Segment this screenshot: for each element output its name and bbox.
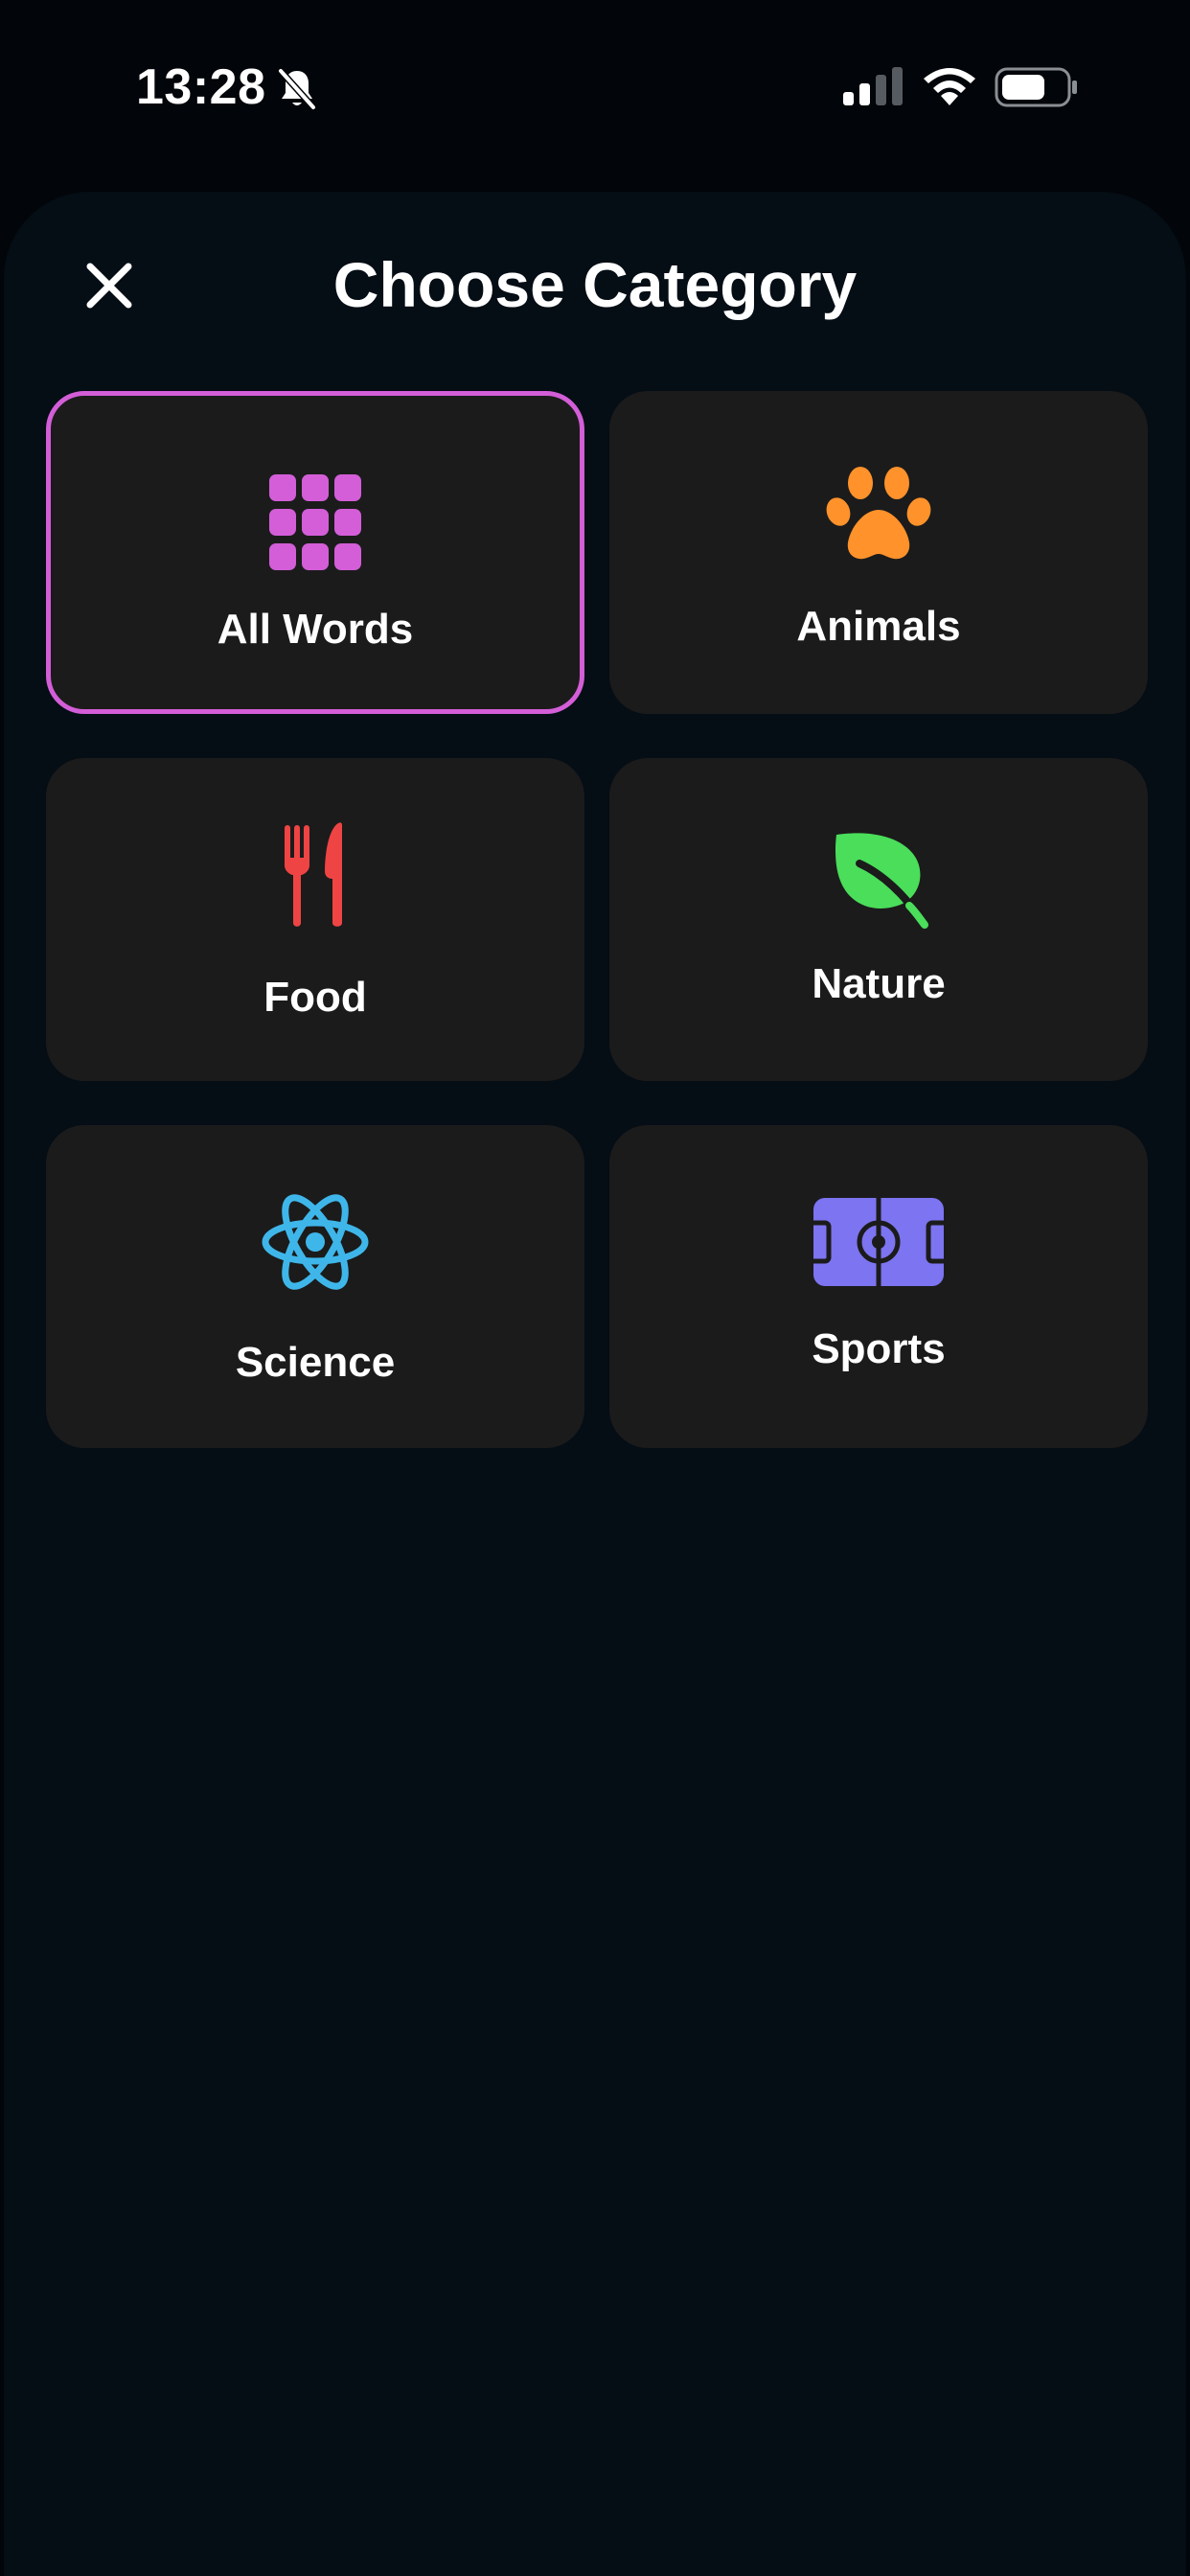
status-bar: 13:28 <box>0 0 1190 182</box>
sheet-header: Choose Category <box>4 192 1186 374</box>
category-label: Nature <box>812 960 946 1007</box>
category-label: Animals <box>796 603 961 650</box>
category-label: All Words <box>217 606 414 653</box>
leaf-icon <box>821 817 936 932</box>
bell-slash-icon <box>277 67 317 111</box>
category-label: Food <box>263 974 367 1021</box>
category-label: Science <box>235 1339 396 1386</box>
category-card-science[interactable]: Science <box>46 1125 584 1448</box>
category-sheet: Choose Category All Words Animals Food N… <box>4 192 1186 2576</box>
wifi-icon <box>922 65 977 107</box>
battery-icon <box>995 67 1079 107</box>
page-title: Choose Category <box>332 249 858 320</box>
fork-knife-icon <box>258 816 373 931</box>
category-card-sports[interactable]: Sports <box>609 1125 1148 1448</box>
category-card-nature[interactable]: Nature <box>609 758 1148 1081</box>
grid-icon <box>258 465 373 580</box>
category-card-food[interactable]: Food <box>46 758 584 1081</box>
screen: 13:28 Choose Category All Words Animals … <box>0 0 1190 2576</box>
category-grid: All Words Animals Food Nature Science Sp… <box>46 391 1148 1448</box>
cellular-signal-icon <box>843 67 903 105</box>
category-card-all-words[interactable]: All Words <box>46 391 584 714</box>
soccer-field-icon <box>812 1184 946 1300</box>
category-label: Sports <box>812 1325 946 1372</box>
status-time: 13:28 <box>136 59 266 115</box>
category-card-animals[interactable]: Animals <box>609 391 1148 714</box>
atom-icon <box>258 1184 373 1300</box>
paw-icon <box>821 456 936 571</box>
